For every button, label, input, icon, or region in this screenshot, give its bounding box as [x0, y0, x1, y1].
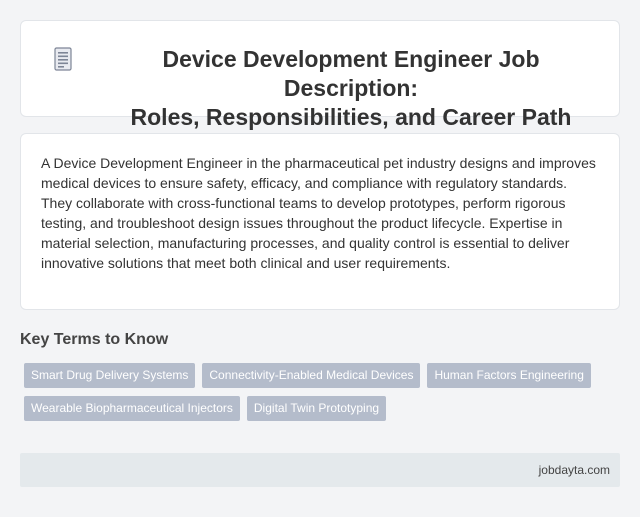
key-term-tag[interactable]: Human Factors Engineering: [427, 363, 591, 388]
page-title-line-1: Device Development Engineer Job Descript…: [162, 46, 540, 101]
key-term-tag[interactable]: Smart Drug Delivery Systems: [24, 363, 196, 388]
job-description-text: A Device Development Engineer in the pha…: [41, 155, 596, 271]
page-title: Device Development Engineer Job Descript…: [96, 45, 606, 132]
footer-site-link[interactable]: jobdayta.com: [539, 463, 610, 477]
page-title-line-2: Roles, Responsibilities, and Career Path: [130, 104, 572, 130]
key-term-tag[interactable]: Wearable Biopharmaceutical Injectors: [24, 396, 240, 421]
key-terms-heading: Key Terms to Know: [20, 331, 169, 348]
key-term-tag[interactable]: Digital Twin Prototyping: [246, 396, 387, 421]
key-term-tag[interactable]: Connectivity-Enabled Medical Devices: [202, 363, 421, 388]
footer-bar: jobdayta.com: [20, 453, 620, 487]
key-terms-tag-list: Smart Drug Delivery Systems Connectivity…: [24, 363, 614, 421]
document-icon: [54, 47, 72, 71]
